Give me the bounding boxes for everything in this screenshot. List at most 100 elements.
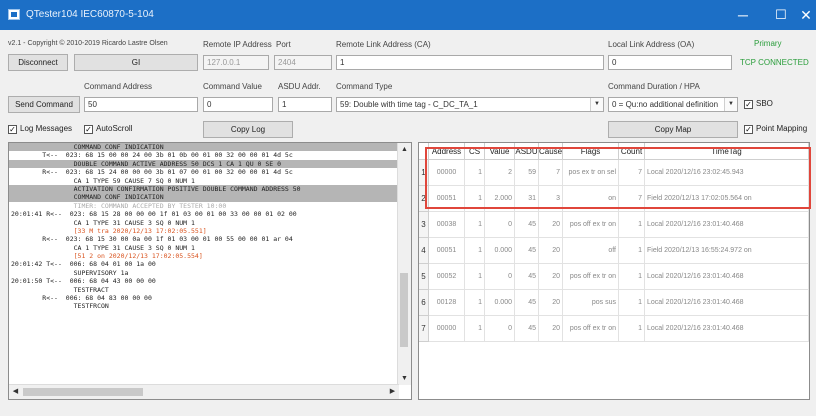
table-cell-asdu[interactable]: 45 — [515, 238, 539, 264]
table-cell-cs[interactable]: 1 — [465, 186, 485, 212]
copy-map-button[interactable]: Copy Map — [608, 121, 738, 138]
row-header[interactable]: 5 — [419, 264, 429, 290]
table-cell-value[interactable]: 2.000 — [485, 186, 515, 212]
table-cell-count[interactable]: 1 — [619, 316, 645, 342]
column-header-count[interactable]: Count — [619, 143, 645, 160]
command-address-field[interactable]: 50 — [84, 97, 198, 112]
log-vertical-scrollbar[interactable]: ▲ ▼ — [397, 143, 411, 385]
scroll-thumb[interactable] — [400, 273, 408, 347]
point-map-table[interactable]: Address CS Value ASDU Cause Flags Count TimeTag… — [418, 142, 810, 400]
table-cell-flags[interactable]: on — [563, 186, 619, 212]
table-cell-cause[interactable]: 20 — [539, 212, 563, 238]
scroll-right-icon[interactable]: ▶ — [386, 385, 399, 399]
maximize-button[interactable]: ☐ — [762, 0, 800, 30]
table-cell-address[interactable]: 00000 — [429, 160, 465, 186]
table-cell-count[interactable]: 1 — [619, 238, 645, 264]
column-header-asdu[interactable]: ASDU — [515, 143, 539, 160]
table-cell-address[interactable]: 00052 — [429, 264, 465, 290]
table-cell-asdu[interactable]: 59 — [515, 160, 539, 186]
command-type-select[interactable]: 59: Double with time tag - C_DC_TA_1 ▼ — [336, 97, 604, 112]
minimize-button[interactable]: ─ — [724, 0, 762, 30]
table-cell-flags[interactable]: off — [563, 238, 619, 264]
table-cell-cause[interactable]: 20 — [539, 264, 563, 290]
table-cell-address[interactable]: 00000 — [429, 316, 465, 342]
table-cell-value[interactable]: 0.000 — [485, 238, 515, 264]
row-header[interactable]: 6 — [419, 290, 429, 316]
table-cell-timetag[interactable]: Local 2020/12/16 23:01:40.468 — [645, 264, 809, 290]
table-cell-cause[interactable]: 20 — [539, 238, 563, 264]
table-cell-cs[interactable]: 1 — [465, 212, 485, 238]
scroll-down-icon[interactable]: ▼ — [398, 372, 411, 385]
row-header[interactable]: 4 — [419, 238, 429, 264]
remote-ip-field[interactable]: 127.0.0.1 — [203, 55, 269, 70]
table-cell-flags[interactable]: pos off ex tr on — [563, 316, 619, 342]
table-cell-count[interactable]: 7 — [619, 160, 645, 186]
row-header[interactable]: 7 — [419, 316, 429, 342]
point-mapping-checkbox[interactable]: ✓ Point Mapping — [744, 124, 807, 134]
table-cell-address[interactable]: 00038 — [429, 212, 465, 238]
table-cell-cs[interactable]: 1 — [465, 264, 485, 290]
table-cell-value[interactable]: 2 — [485, 160, 515, 186]
message-log[interactable]: COMMAND CONF INDICATION T<-- 023: 68 15 … — [8, 142, 412, 400]
log-messages-checkbox[interactable]: ✓ Log Messages — [8, 124, 72, 134]
table-cell-cause[interactable]: 7 — [539, 160, 563, 186]
scroll-thumb[interactable] — [23, 388, 143, 396]
row-header[interactable]: 3 — [419, 212, 429, 238]
table-cell-cs[interactable]: 1 — [465, 316, 485, 342]
row-header[interactable]: 1 — [419, 160, 429, 186]
column-header-flags[interactable]: Flags — [563, 143, 619, 160]
table-cell-cause[interactable]: 20 — [539, 316, 563, 342]
table-cell-address[interactable]: 00128 — [429, 290, 465, 316]
table-cell-address[interactable]: 00051 — [429, 238, 465, 264]
table-cell-value[interactable]: 0 — [485, 212, 515, 238]
command-value-field[interactable]: 0 — [203, 97, 273, 112]
autoscroll-checkbox[interactable]: ✓ AutoScroll — [84, 124, 132, 134]
scroll-left-icon[interactable]: ◀ — [9, 385, 22, 399]
column-header-address[interactable]: Address — [429, 143, 465, 160]
table-cell-address[interactable]: 00051 — [429, 186, 465, 212]
table-cell-flags[interactable]: pos sus — [563, 290, 619, 316]
command-duration-select[interactable]: 0 = Qu:no additional definition ▼ — [608, 97, 738, 112]
table-cell-value[interactable]: 0 — [485, 264, 515, 290]
log-horizontal-scrollbar[interactable]: ◀ ▶ — [9, 384, 399, 399]
column-header-value[interactable]: Value — [485, 143, 515, 160]
gi-button[interactable]: GI — [74, 54, 198, 71]
table-cell-asdu[interactable]: 31 — [515, 186, 539, 212]
disconnect-button[interactable]: Disconnect — [8, 54, 68, 71]
table-cell-cs[interactable]: 1 — [465, 238, 485, 264]
chevron-down-icon[interactable]: ▼ — [724, 98, 737, 111]
table-cell-cause[interactable]: 20 — [539, 290, 563, 316]
table-cell-asdu[interactable]: 45 — [515, 264, 539, 290]
table-cell-timetag[interactable]: Local 2020/12/16 23:01:40.468 — [645, 290, 809, 316]
sbo-checkbox[interactable]: ✓ SBO — [744, 99, 773, 109]
table-cell-value[interactable]: 0.000 — [485, 290, 515, 316]
table-cell-flags[interactable]: pos off ex tr on — [563, 212, 619, 238]
table-cell-cs[interactable]: 1 — [465, 160, 485, 186]
table-cell-value[interactable]: 0 — [485, 316, 515, 342]
port-field[interactable]: 2404 — [274, 55, 332, 70]
table-cell-count[interactable]: 1 — [619, 212, 645, 238]
table-cell-flags[interactable]: pos off ex tr on — [563, 264, 619, 290]
copy-log-button[interactable]: Copy Log — [203, 121, 293, 138]
close-button[interactable]: ✕ — [796, 0, 816, 30]
send-command-button[interactable]: Send Command — [8, 96, 80, 113]
column-header-cause[interactable]: Cause — [539, 143, 563, 160]
table-cell-cause[interactable]: 3 — [539, 186, 563, 212]
column-header-timetag[interactable]: TimeTag — [645, 143, 809, 160]
row-header[interactable]: 2 — [419, 186, 429, 212]
asdu-addr-field[interactable]: 1 — [278, 97, 332, 112]
column-header-cs[interactable]: CS — [465, 143, 485, 160]
table-cell-flags[interactable]: pos ex tr on sel — [563, 160, 619, 186]
table-cell-asdu[interactable]: 45 — [515, 290, 539, 316]
table-cell-asdu[interactable]: 45 — [515, 316, 539, 342]
remote-link-field[interactable]: 1 — [336, 55, 604, 70]
local-link-field[interactable]: 0 — [608, 55, 732, 70]
table-cell-timetag[interactable]: Local 2020/12/16 23:01:40.468 — [645, 212, 809, 238]
scroll-up-icon[interactable]: ▲ — [398, 143, 411, 156]
table-cell-count[interactable]: 1 — [619, 290, 645, 316]
table-cell-timetag[interactable]: Local 2020/12/16 23:02:45.943 — [645, 160, 809, 186]
table-cell-count[interactable]: 7 — [619, 186, 645, 212]
table-cell-cs[interactable]: 1 — [465, 290, 485, 316]
table-cell-count[interactable]: 1 — [619, 264, 645, 290]
table-cell-asdu[interactable]: 45 — [515, 212, 539, 238]
